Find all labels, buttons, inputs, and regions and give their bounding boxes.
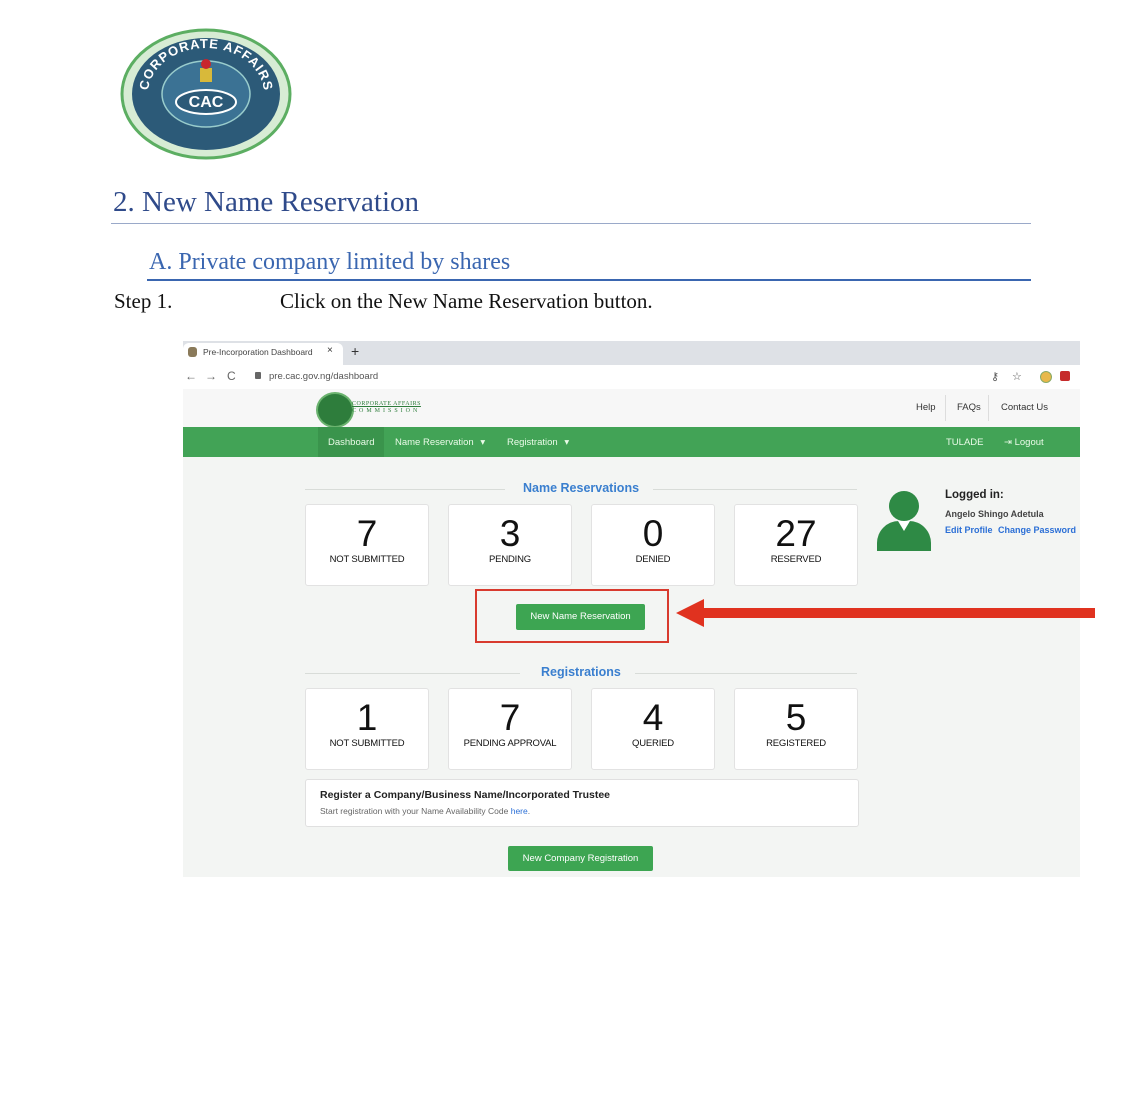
site-logo-line2: COMMISSION: [352, 408, 421, 414]
card-value: 7: [499, 697, 521, 738]
name-reservations-title: Name Reservations: [523, 481, 640, 495]
card-label: PENDING APPROVAL: [463, 738, 557, 749]
key-icon[interactable]: ⚷: [991, 370, 999, 383]
register-info-box: [305, 779, 859, 827]
card-value: 4: [642, 697, 664, 738]
card-reg-pending-approval[interactable]: 7 PENDING APPROVAL: [448, 688, 572, 770]
register-box-subtitle-text: Start registration with your Name Availa…: [320, 806, 511, 816]
bookmark-star-icon[interactable]: ☆: [1012, 370, 1022, 383]
nav-name-reservation[interactable]: Name Reservation ▾: [395, 437, 485, 448]
card-not-submitted[interactable]: 7 NOT SUBMITTED: [305, 504, 429, 586]
nav-registration[interactable]: Registration ▾: [507, 437, 569, 448]
section-heading: 2. New Name Reservation: [113, 186, 419, 219]
card-reg-registered[interactable]: 5 REGISTERED: [734, 688, 858, 770]
register-box-subtitle: Start registration with your Name Availa…: [320, 806, 530, 816]
subheading-rule: [147, 279, 1031, 281]
heading-number: 2.: [113, 186, 135, 218]
register-box-period: .: [527, 806, 531, 816]
edit-profile-link[interactable]: Edit Profile: [945, 525, 993, 535]
card-reg-not-submitted[interactable]: 1 NOT SUBMITTED: [305, 688, 429, 770]
card-label: REGISTERED: [766, 738, 826, 749]
card-value: 1: [356, 697, 378, 738]
card-pending[interactable]: 3 PENDING: [448, 504, 572, 586]
logo-center-text: CAC: [189, 94, 224, 111]
nav-name-reservation-label: Name Reservation: [395, 437, 474, 448]
subheading-letter: A.: [149, 249, 173, 275]
nav-dashboard[interactable]: Dashboard: [328, 437, 374, 448]
card-reserved[interactable]: 27 RESERVED: [734, 504, 858, 586]
arrow-shaft: [702, 608, 1095, 618]
section-rule-right: [653, 489, 857, 490]
tab-close-icon[interactable]: ×: [327, 345, 333, 356]
help-link[interactable]: Help: [916, 402, 936, 413]
step-instruction: Click on the New Name Reservation button…: [280, 289, 653, 313]
card-value: 7: [356, 513, 378, 554]
forward-icon[interactable]: →: [205, 369, 217, 383]
new-company-registration-button[interactable]: New Company Registration: [508, 846, 653, 871]
section-rule-right: [635, 673, 857, 674]
chevron-down-icon: ▾: [480, 437, 486, 448]
site-logo-line1: CORPORATE AFFAIRS: [352, 401, 421, 407]
card-denied[interactable]: 0 DENIED: [591, 504, 715, 586]
register-box-title: Register a Company/Business Name/Incorpo…: [320, 789, 611, 801]
logout-icon: ⇥: [1004, 437, 1012, 448]
back-icon[interactable]: ←: [185, 369, 197, 383]
change-password-link[interactable]: Change Password: [998, 525, 1076, 535]
arrow-left-icon: [676, 599, 704, 627]
section-rule-left: [305, 673, 520, 674]
extension-icon[interactable]: [1040, 371, 1052, 383]
nav-registration-label: Registration: [507, 437, 558, 448]
divider: [988, 395, 989, 421]
faqs-link[interactable]: FAQs: [957, 402, 981, 413]
card-label: PENDING: [489, 554, 531, 565]
cac-logo: CAC CORPORATE AFFAIRS COMMISSION: [120, 28, 292, 160]
user-name: Angelo Shingo Adetula: [945, 509, 1044, 519]
card-value: 0: [642, 513, 664, 554]
lock-icon: [255, 372, 261, 379]
nav-user[interactable]: TULADE: [946, 437, 983, 448]
registrations-title: Registrations: [541, 665, 621, 679]
new-tab-icon[interactable]: +: [351, 343, 359, 359]
section-rule-left: [305, 489, 505, 490]
subheading-text: Private company limited by shares: [178, 249, 511, 275]
card-value: 5: [785, 697, 807, 738]
tab-favicon-icon: [188, 347, 197, 357]
site-logo-icon[interactable]: [316, 392, 354, 428]
site-logo-text: CORPORATE AFFAIRS COMMISSION: [352, 401, 421, 415]
here-link[interactable]: here: [511, 806, 528, 816]
card-label: RESERVED: [770, 554, 822, 565]
card-value: 27: [775, 513, 817, 554]
user-avatar-icon: [889, 491, 919, 521]
url-field[interactable]: pre.cac.gov.ng/dashboard: [269, 371, 378, 382]
step-label: Step 1.: [114, 289, 173, 313]
card-label: NOT SUBMITTED: [329, 738, 405, 749]
new-name-reservation-button[interactable]: New Name Reservation: [516, 604, 645, 630]
logged-in-label: Logged in:: [945, 489, 1004, 501]
card-value: 3: [499, 513, 521, 554]
card-label: NOT SUBMITTED: [329, 554, 405, 565]
pdf-extension-icon[interactable]: [1060, 371, 1070, 381]
tab-title: Pre-Incorporation Dashboard: [203, 347, 313, 357]
logout-label: Logout: [1014, 437, 1044, 448]
contact-us-link[interactable]: Contact Us: [1001, 402, 1048, 413]
card-label: DENIED: [635, 554, 671, 565]
card-reg-queried[interactable]: 4 QUERIED: [591, 688, 715, 770]
heading-text: New Name Reservation: [142, 186, 420, 218]
chevron-down-icon: ▾: [564, 437, 570, 448]
subsection-heading: A. Private company limited by shares: [149, 249, 510, 276]
reload-icon[interactable]: C: [227, 369, 236, 383]
divider: [945, 395, 946, 421]
card-label: QUERIED: [632, 738, 674, 749]
logout-link[interactable]: ⇥ Logout: [1004, 437, 1044, 448]
heading-rule: [111, 223, 1031, 224]
